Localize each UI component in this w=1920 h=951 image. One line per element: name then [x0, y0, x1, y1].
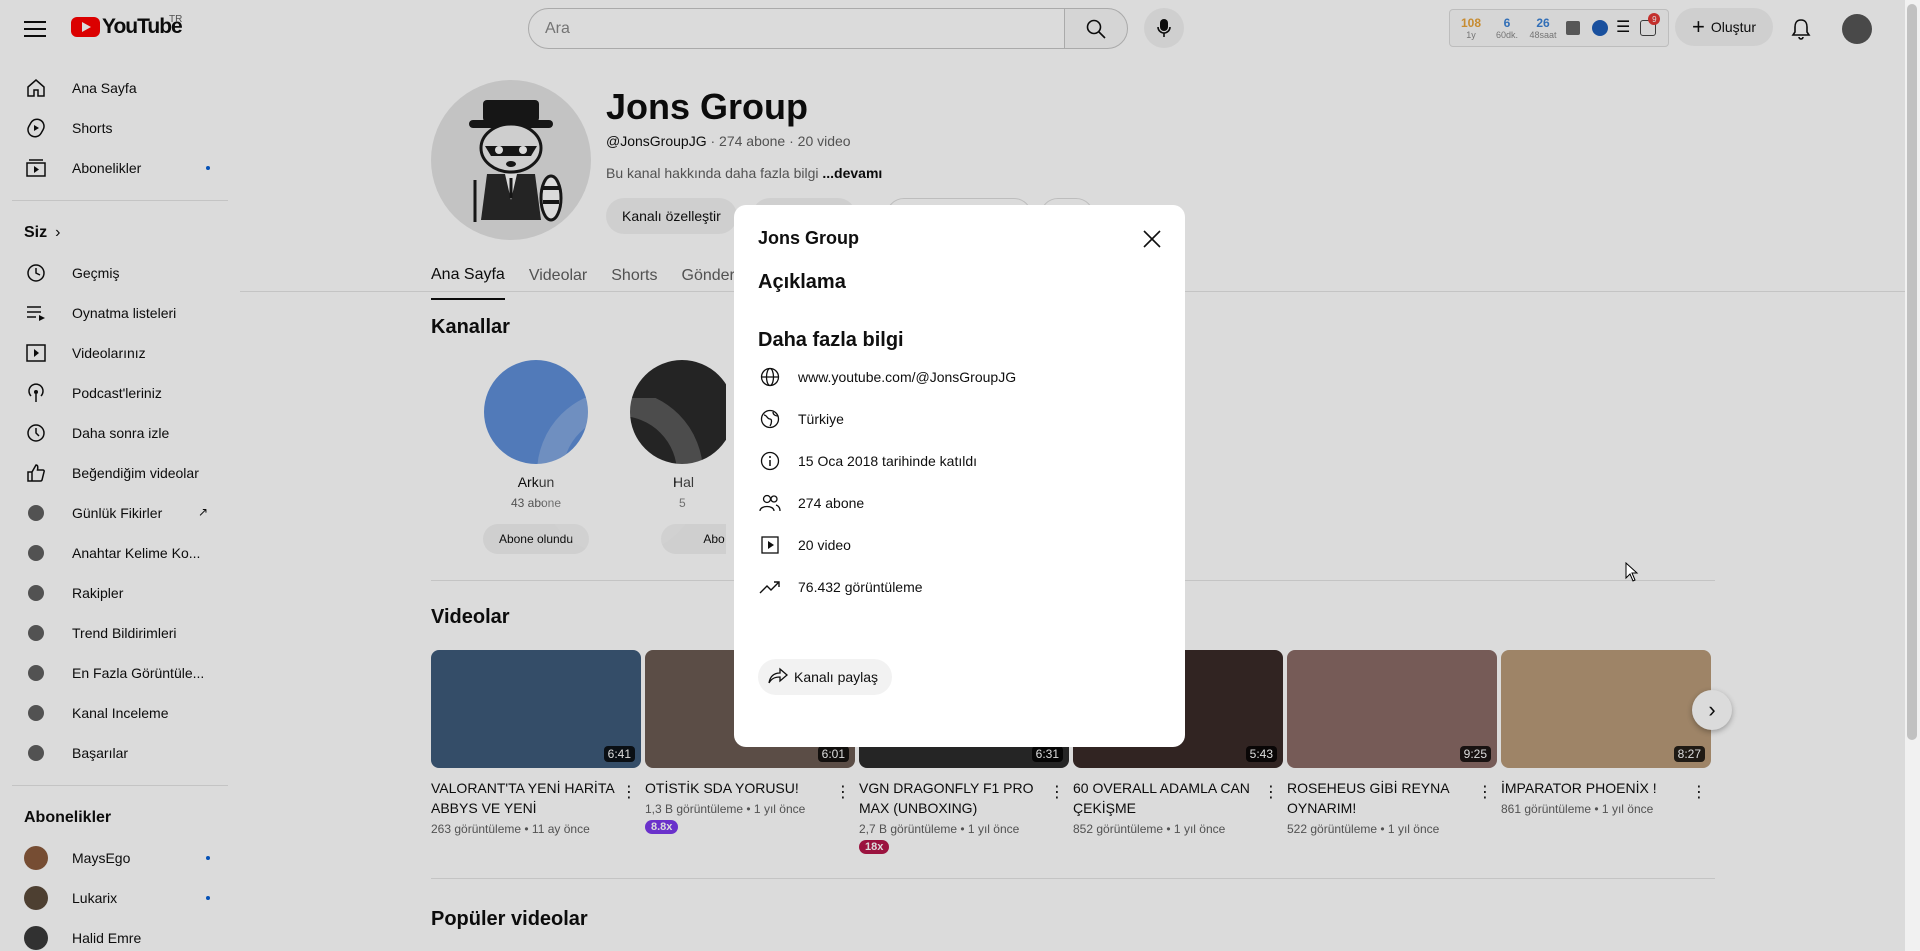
trending-icon [758, 575, 782, 599]
channel-url-row[interactable]: www.youtube.com/@JonsGroupJG [758, 365, 1016, 389]
views-row: 76.432 görüntüleme [758, 575, 923, 599]
subscribers-row: 274 abone [758, 491, 864, 515]
location-globe-icon [758, 407, 782, 431]
scrollbar-thumb[interactable] [1907, 4, 1917, 740]
globe-icon [758, 365, 782, 389]
close-icon[interactable] [1138, 225, 1166, 253]
description-heading: Açıklama [758, 271, 846, 293]
share-channel-button[interactable]: Kanalı paylaş [758, 659, 893, 695]
video-icon [758, 533, 782, 557]
dialog-title: Jons Group [758, 228, 860, 248]
share-label: Kanalı paylaş [794, 669, 879, 685]
about-channel-dialog: Jons Group Açıklama Daha fazla bilgi www… [734, 205, 1185, 747]
share-icon [768, 667, 788, 688]
video-count-row: 20 video [758, 533, 851, 557]
views-text: 76.432 görüntüleme [798, 579, 923, 595]
people-icon [758, 491, 782, 515]
video-count-text: 20 video [798, 537, 851, 553]
channel-url: www.youtube.com/@JonsGroupJG [798, 369, 1017, 385]
country-row: Türkiye [758, 407, 844, 431]
joined-text: 15 Oca 2018 tarihinde katıldı [798, 453, 978, 469]
joined-row: 15 Oca 2018 tarihinde katıldı [758, 449, 977, 473]
subscribers-text: 274 abone [798, 495, 865, 511]
mouse-cursor-icon [1625, 562, 1639, 582]
info-icon [758, 449, 782, 473]
country-text: Türkiye [798, 411, 844, 427]
more-info-heading: Daha fazla bilgi [758, 329, 904, 351]
